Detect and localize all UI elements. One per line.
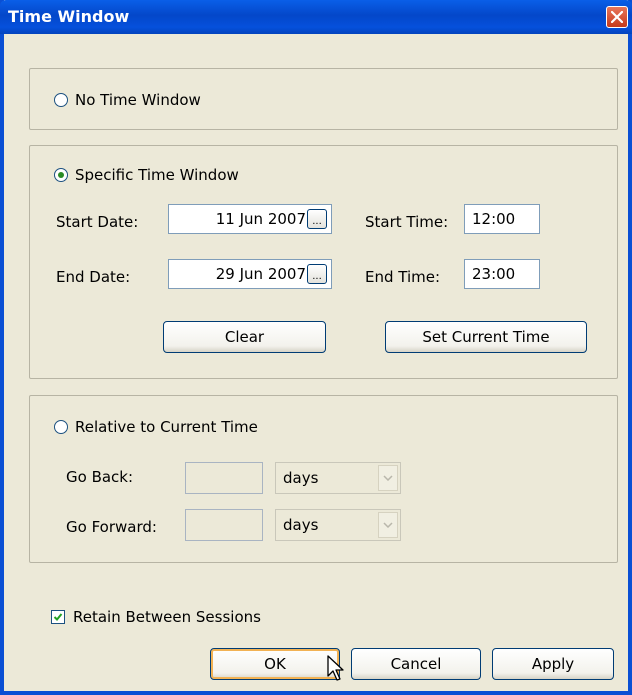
go-back-field[interactable] — [185, 462, 263, 494]
end-date-label: End Date: — [56, 268, 131, 286]
no-time-window-radio[interactable]: No Time Window — [54, 91, 201, 109]
end-date-field[interactable]: 29 Jun 2007 ... — [168, 259, 332, 289]
start-time-label: Start Time: — [365, 213, 449, 231]
apply-button-label: Apply — [531, 655, 575, 673]
set-current-time-button[interactable]: Set Current Time — [385, 321, 587, 353]
specific-time-window-group: Specific Time Window Start Date: 11 Jun … — [29, 145, 618, 379]
mouse-pointer-icon — [327, 655, 344, 681]
apply-button[interactable]: Apply — [492, 648, 614, 680]
close-button[interactable] — [606, 6, 628, 28]
window-title: Time Window — [8, 7, 130, 26]
start-date-field[interactable]: 11 Jun 2007 ... — [168, 204, 332, 234]
no-time-window-group: No Time Window — [29, 68, 618, 130]
relative-time-group: Relative to Current Time Go Back: days G… — [29, 395, 618, 563]
go-back-unit-select[interactable]: days — [275, 462, 401, 494]
go-forward-unit-value: days — [283, 516, 319, 534]
end-date-picker-button[interactable]: ... — [307, 264, 327, 284]
ok-button[interactable]: OK — [210, 648, 340, 680]
time-window-dialog: Time Window No Time Window Specific Time… — [0, 0, 632, 695]
retain-between-sessions-label: Retain Between Sessions — [73, 608, 261, 626]
cancel-button-label: Cancel — [390, 655, 442, 673]
start-date-picker-button[interactable]: ... — [307, 209, 327, 229]
go-back-label: Go Back: — [66, 468, 134, 486]
start-date-label: Start Date: — [56, 213, 139, 231]
go-forward-label: Go Forward: — [66, 518, 157, 536]
go-back-unit-value: days — [283, 469, 319, 487]
chevron-down-icon — [378, 465, 398, 491]
set-current-time-label: Set Current Time — [422, 328, 550, 346]
specific-time-window-radio[interactable]: Specific Time Window — [54, 166, 239, 184]
radio-indicator — [54, 420, 68, 434]
close-icon — [611, 11, 623, 23]
end-time-value: 23:00 — [472, 265, 516, 283]
go-forward-field[interactable] — [185, 509, 263, 541]
relative-time-label: Relative to Current Time — [75, 418, 258, 436]
end-time-field[interactable]: 23:00 — [464, 259, 540, 289]
title-bar[interactable]: Time Window — [0, 0, 632, 34]
radio-indicator-selected — [54, 168, 68, 182]
cancel-button[interactable]: Cancel — [351, 648, 481, 680]
end-date-value: 29 Jun 2007 — [215, 265, 306, 283]
go-forward-unit-select[interactable]: days — [275, 509, 401, 541]
ok-button-label: OK — [264, 655, 286, 673]
radio-indicator — [54, 93, 68, 107]
start-time-field[interactable]: 12:00 — [464, 204, 540, 234]
chevron-down-icon — [378, 512, 398, 538]
specific-time-window-label: Specific Time Window — [75, 166, 239, 184]
no-time-window-label: No Time Window — [75, 91, 201, 109]
start-time-value: 12:00 — [472, 210, 516, 228]
start-date-value: 11 Jun 2007 — [215, 210, 306, 228]
clear-button-label: Clear — [224, 328, 265, 346]
relative-time-radio[interactable]: Relative to Current Time — [54, 418, 258, 436]
clear-button[interactable]: Clear — [163, 321, 326, 353]
end-time-label: End Time: — [365, 268, 441, 286]
check-icon — [53, 613, 63, 621]
retain-between-sessions-checkbox[interactable] — [51, 610, 65, 624]
